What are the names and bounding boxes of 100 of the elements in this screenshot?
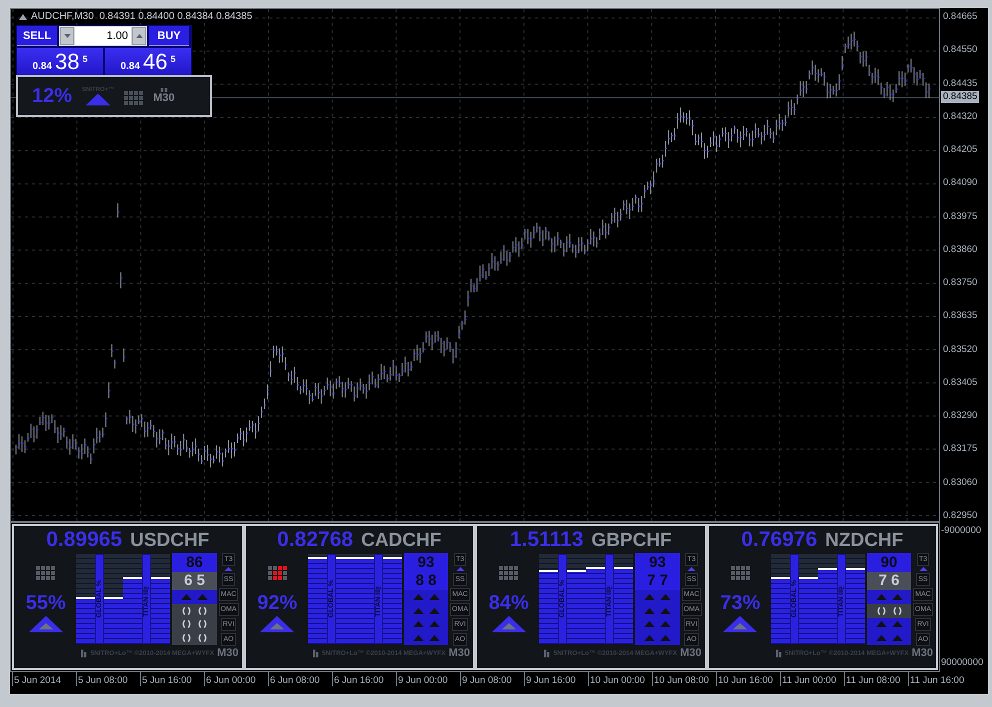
bracket-icon	[197, 606, 208, 616]
price-label: 0.83975	[943, 210, 978, 223]
time-label: 10 Jun 08:00	[654, 675, 709, 686]
time-label: 5 Jun 16:00	[142, 675, 192, 686]
up-triangle-icon	[644, 594, 656, 600]
up-triangle-icon	[892, 621, 903, 628]
bars-icon	[544, 648, 550, 658]
bracket-icon	[197, 619, 208, 630]
price-label: 0.84090	[943, 177, 978, 190]
price-label: 0.82950	[943, 510, 978, 522]
bid-price-button[interactable]: 0.84 38$^{5}$	[17, 48, 103, 76]
bracket-icon	[181, 606, 192, 616]
up-triangle-icon	[876, 594, 887, 600]
percent-value: 12%	[32, 84, 72, 108]
up-triangle-icon	[660, 621, 672, 628]
price-label: 0.83405	[943, 376, 978, 389]
time-label: 6 Jun 08:00	[270, 675, 320, 686]
price-value: 1.51113	[510, 528, 584, 552]
time-label: 10 Jun 00:00	[590, 675, 645, 686]
price-label: 0.83750	[943, 277, 978, 290]
price-label: 0.84320	[943, 110, 978, 123]
bars-icon	[160, 88, 168, 92]
timeframe-label: M30	[153, 92, 175, 104]
up-triangle-icon	[412, 635, 424, 642]
percent-value: 73%	[720, 592, 760, 614]
time-label: 6 Jun 16:00	[334, 675, 384, 686]
bracket-icon	[892, 606, 903, 616]
decrease-button[interactable]	[60, 27, 74, 45]
symbol-label: USDCHF	[130, 530, 210, 552]
time-label: 11 Jun 08:00	[846, 675, 900, 686]
up-triangle-icon	[428, 621, 440, 628]
price-label: 0.83635	[943, 310, 978, 322]
price-label: 0.83290	[943, 410, 978, 422]
up-triangle-icon	[876, 635, 887, 642]
time-label: 9 Jun 08:00	[462, 675, 512, 686]
buy-button[interactable]: BUY	[149, 26, 189, 46]
indicator-scale-label: -9000000	[941, 525, 982, 537]
up-triangle-icon	[892, 635, 903, 642]
price-label: 0.83860	[943, 244, 978, 256]
price-label: 0.83060	[943, 476, 978, 489]
price-label: 0.84205	[943, 144, 978, 156]
indicator-scale-label: 90000000	[941, 657, 984, 669]
score-value: 86	[172, 553, 217, 572]
increase-button[interactable]	[132, 27, 146, 45]
price-value: 0.82768	[277, 528, 354, 552]
up-triangle-icon	[412, 608, 424, 614]
up-triangle-icon	[876, 621, 887, 628]
price-label: 0.84550	[943, 44, 978, 56]
up-triangle-icon	[644, 608, 656, 614]
score-value: 7 7	[635, 572, 680, 590]
triangle-icon	[19, 14, 27, 20]
percent-value: 84%	[488, 592, 529, 614]
up-triangle-icon	[412, 594, 424, 600]
bars-icon	[776, 648, 782, 658]
timeframe-label: M30	[217, 647, 238, 659]
time-label: 9 Jun 00:00	[398, 675, 448, 686]
price-label: 0.83520	[943, 344, 978, 356]
time-label: 10 Jun 16:00	[718, 675, 773, 686]
caret-icon	[64, 34, 70, 38]
bracket-icon	[181, 619, 192, 630]
sell-button[interactable]: SELL	[17, 26, 57, 46]
bars-icon	[81, 648, 88, 658]
price-value: 0.76976	[741, 528, 818, 552]
time-label: 11 Jun 00:00	[782, 675, 836, 686]
bars-icon	[312, 648, 319, 658]
caret-icon	[136, 34, 142, 38]
timeframe-label: M30	[448, 647, 470, 659]
price-value: 0.89965	[46, 528, 122, 552]
up-triangle-icon	[181, 594, 192, 600]
lot-field[interactable]: 1.00	[75, 27, 131, 45]
price-label: 0.84435	[943, 78, 978, 90]
percent-value: 55%	[26, 592, 66, 614]
time-label: 5 Jun 2014	[14, 675, 62, 686]
symbol-label: NZDCHF	[825, 530, 904, 552]
up-triangle-icon	[428, 635, 440, 642]
symbol-label: GBPCHF	[591, 530, 672, 552]
grid-icon	[124, 91, 144, 105]
price-label: 0.84665	[943, 11, 978, 23]
bracket-icon	[197, 633, 208, 644]
up-triangle-icon	[892, 594, 903, 600]
symbol-label: CADCHF	[361, 530, 442, 552]
bracket-icon	[181, 633, 192, 644]
score-value: 7 6	[866, 572, 912, 590]
bracket-icon	[876, 606, 887, 616]
ask-price-button[interactable]: 0.84 46$^{5}$	[105, 48, 191, 76]
price-label: 0.83175	[943, 443, 978, 456]
up-triangle-icon	[412, 621, 424, 628]
time-label: 6 Jun 00:00	[206, 675, 256, 686]
time-label: 11 Jun 16:00	[910, 675, 964, 686]
score-value: 90	[866, 553, 912, 572]
current-price-label: 0.84385	[941, 91, 980, 103]
up-triangle-icon	[197, 594, 208, 600]
up-triangle-icon	[428, 594, 440, 600]
up-triangle-icon	[660, 594, 672, 600]
up-triangle-icon	[660, 635, 672, 642]
up-triangle-icon	[428, 608, 440, 614]
chart-title: AUDCHF,M30 0.84391 0.84400 0.84384 0.84385	[31, 11, 252, 22]
score-value: 6 5	[172, 572, 217, 590]
score-value: 93	[404, 553, 448, 572]
timeframe-label: M30	[680, 647, 702, 659]
